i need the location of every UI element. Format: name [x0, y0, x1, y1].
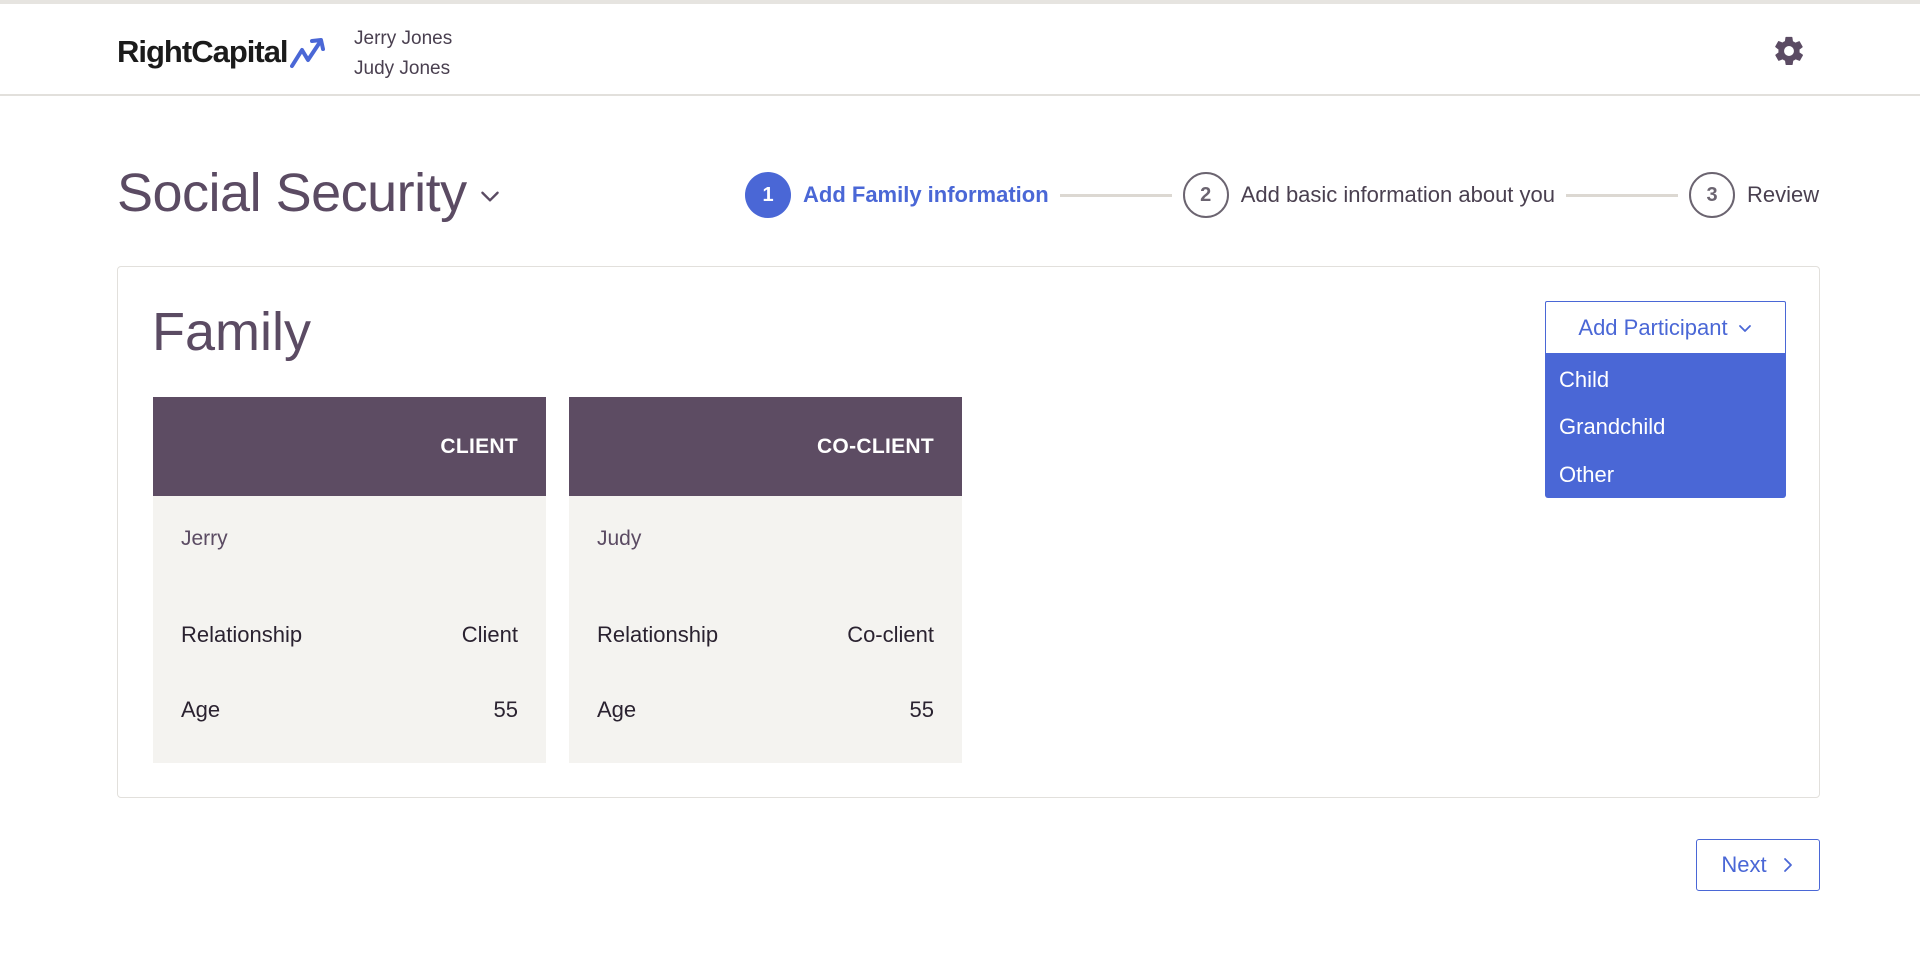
co-client-card[interactable]: CO-CLIENT Judy Relationship Co-client Ag… — [569, 397, 962, 763]
logo-arrow-icon — [289, 38, 325, 68]
age-label: Age — [597, 697, 637, 722]
household-names: Jerry Jones Judy Jones — [354, 24, 452, 84]
page-title-group: Social Security — [117, 162, 503, 224]
card-role-header: CO-CLIENT — [569, 397, 962, 496]
age-label: Age — [181, 697, 221, 722]
rightcapital-logo[interactable]: RightCapital — [117, 32, 330, 72]
relationship-value: Client — [461, 622, 518, 647]
age-value: 55 — [493, 697, 518, 722]
progress-stepper: 1 Add Family information 2 Add basic inf… — [745, 172, 1819, 218]
next-label: Next — [1721, 852, 1767, 877]
app-header: RightCapital Jerry Jones Judy Jones — [0, 4, 1920, 96]
relationship-label: Relationship — [181, 622, 303, 647]
step-connector — [1059, 193, 1172, 197]
next-button[interactable]: Next — [1696, 839, 1820, 891]
card-person-name: Jerry — [181, 527, 228, 550]
chevron-down-icon[interactable] — [477, 183, 503, 209]
card-role-header: CLIENT — [153, 397, 546, 496]
step-3-number[interactable]: 3 — [1689, 172, 1735, 218]
relationship-label: Relationship — [597, 622, 719, 647]
age-row: Age 55 — [181, 697, 518, 723]
chevron-down-icon — [1738, 324, 1751, 332]
logo-text: RightCapital — [117, 34, 289, 69]
chevron-right-icon — [1783, 858, 1792, 872]
co-client-name: Judy Jones — [354, 58, 451, 79]
step-1-number[interactable]: 1 — [745, 172, 791, 218]
card-person-name: Judy — [597, 527, 642, 550]
add-participant-label: Add Participant — [1578, 314, 1728, 340]
step-2-number[interactable]: 2 — [1182, 172, 1229, 218]
age-row: Age 55 — [597, 697, 934, 723]
step-3-label[interactable]: Review — [1747, 182, 1819, 208]
family-title: Family — [152, 302, 311, 362]
step-connector — [1566, 193, 1678, 197]
add-participant-button[interactable]: Add Participant — [1545, 301, 1786, 354]
add-participant-menu: Child Grandchild Other — [1545, 354, 1786, 498]
relationship-value: Co-client — [847, 622, 934, 647]
gear-icon[interactable] — [1772, 34, 1806, 68]
menu-item-child[interactable]: Child — [1545, 356, 1786, 404]
client-name: Jerry Jones — [354, 28, 453, 49]
client-card[interactable]: CLIENT Jerry Relationship Client Age 55 — [153, 397, 546, 763]
step-2-label[interactable]: Add basic information about you — [1241, 182, 1555, 208]
relationship-row: Relationship Client — [181, 622, 518, 648]
age-value: 55 — [909, 697, 934, 722]
relationship-row: Relationship Co-client — [597, 622, 934, 648]
menu-item-grandchild[interactable]: Grandchild — [1545, 404, 1786, 452]
page-title: Social Security — [117, 163, 467, 223]
menu-item-other[interactable]: Other — [1545, 451, 1786, 499]
step-1-label[interactable]: Add Family information — [803, 182, 1049, 208]
